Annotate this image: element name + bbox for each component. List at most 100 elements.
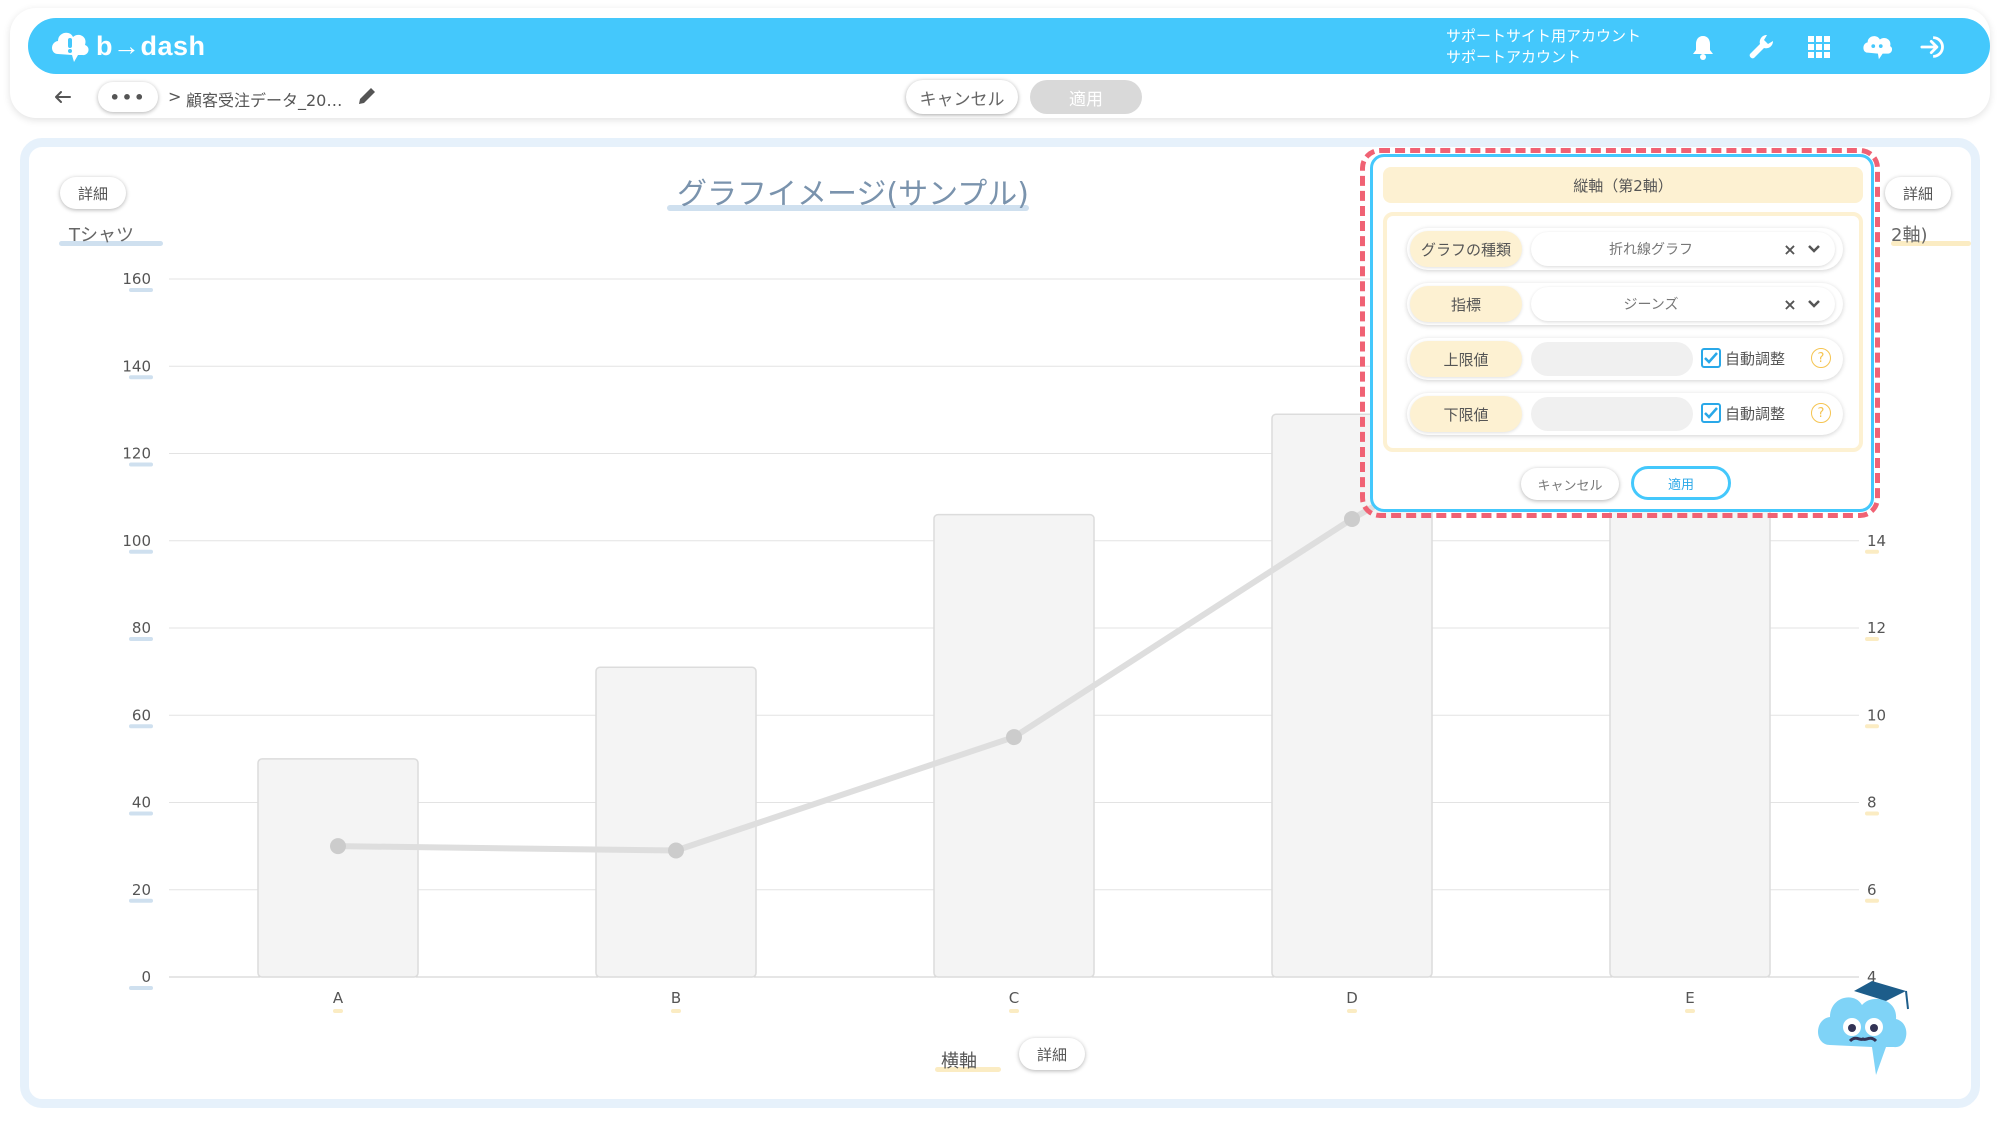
breadcrumb-more-button[interactable]: •••	[98, 82, 158, 112]
y-tick-underline	[129, 462, 153, 467]
chart-type-select[interactable]: 折れ線グラフ ×	[1531, 232, 1835, 266]
line-marker	[1006, 729, 1022, 746]
line-marker	[668, 842, 684, 859]
chevron-down-icon[interactable]	[1803, 238, 1825, 260]
y-tick-label: 80	[132, 619, 151, 637]
clear-icon[interactable]: ×	[1779, 293, 1801, 315]
app-header: b→dash サポートサイト用アカウント サポートアカウント ••• > 顧客受…	[10, 8, 1990, 118]
lower-auto-label: 自動調整	[1725, 405, 1786, 423]
sub-toolbar: ••• > 顧客受注データ_20… キャンセル 適用	[28, 78, 1990, 120]
lower-limit-label: 下限値	[1410, 396, 1522, 432]
line-marker	[1344, 510, 1360, 527]
y2-axis-detail-button[interactable]: 詳細	[1885, 177, 1951, 209]
y-tick-underline	[129, 986, 153, 990]
y-axis-label[interactable]: Tシャツ	[69, 221, 134, 247]
x-axis-detail-button[interactable]: 詳細	[1019, 1038, 1085, 1070]
chart-type-label: グラフの種類	[1410, 231, 1522, 267]
logo-text: b→dash	[96, 30, 206, 61]
lower-limit-input[interactable]	[1531, 397, 1693, 431]
back-arrow-icon[interactable]	[50, 84, 76, 110]
y-tick-underline	[129, 811, 153, 816]
bar	[1609, 452, 1771, 978]
upper-auto-label: 自動調整	[1725, 350, 1786, 368]
y-tick-underline	[129, 288, 153, 292]
metric-label: 指標	[1410, 286, 1522, 322]
breadcrumb-title: 顧客受注データ_20…	[186, 91, 343, 110]
lower-limit-row: 下限値 自動調整 ?	[1407, 393, 1843, 435]
upper-limit-row: 上限値 自動調整 ?	[1407, 338, 1843, 380]
y2-tick-label: 14	[1867, 532, 1886, 550]
y2-tick-underline	[1865, 724, 1879, 729]
metric-value: ジーンズ	[1623, 297, 1679, 313]
bdash-logo[interactable]: b→dash	[48, 26, 206, 66]
account-line-1: サポートサイト用アカウント	[1446, 27, 1642, 45]
chart-type-row: グラフの種類 折れ線グラフ ×	[1407, 228, 1843, 270]
y2-tick-label: 10	[1867, 706, 1886, 724]
x-tick-underline	[1347, 1009, 1357, 1013]
popup-apply-button[interactable]: 適用	[1631, 466, 1731, 500]
chevron-down-icon[interactable]	[1803, 293, 1825, 315]
y-tick-underline	[129, 724, 153, 729]
secondary-axis-popup: 縦軸（第2軸） グラフの種類 折れ線グラフ × 指標 ジーンズ × 上限値 自動…	[1370, 154, 1874, 512]
popup-cancel-button[interactable]: キャンセル	[1521, 468, 1619, 500]
bell-icon[interactable]	[1688, 32, 1718, 62]
y2-tick-underline	[1865, 549, 1879, 554]
y-tick-underline	[129, 898, 153, 903]
bar	[257, 758, 419, 978]
logout-icon[interactable]	[1920, 32, 1950, 62]
chart-title[interactable]: グラフイメージ(サンプル)	[677, 169, 1029, 213]
y-axis-detail-button[interactable]: 詳細	[60, 177, 126, 209]
y-tick-label: 0	[141, 968, 151, 986]
y2-tick-label: 12	[1867, 619, 1886, 637]
x-tick-label: C	[1009, 989, 1019, 1007]
clear-icon[interactable]: ×	[1779, 238, 1801, 260]
line-marker	[330, 838, 346, 855]
y-tick-underline	[129, 375, 153, 380]
y-tick-label: 100	[122, 532, 151, 550]
y2-tick-underline	[1865, 811, 1879, 816]
y-tick-label: 60	[132, 706, 151, 724]
x-axis-label[interactable]: 横軸	[941, 1047, 977, 1073]
wrench-icon[interactable]	[1746, 32, 1776, 62]
metric-select[interactable]: ジーンズ ×	[1531, 287, 1835, 321]
y-tick-underline	[129, 549, 153, 554]
metric-row: 指標 ジーンズ ×	[1407, 283, 1843, 325]
account-info[interactable]: サポートサイト用アカウント サポートアカウント	[1446, 26, 1641, 68]
x-tick-underline	[671, 1009, 681, 1013]
y2-tick-label: 8	[1867, 794, 1877, 812]
header-apply-button[interactable]: 適用	[1030, 80, 1142, 114]
lower-auto-checkbox[interactable]	[1701, 403, 1721, 423]
y-tick-label: 160	[122, 270, 151, 288]
y-tick-label: 120	[122, 445, 151, 463]
chart-type-value: 折れ線グラフ	[1609, 242, 1693, 258]
y2-axis-label[interactable]: 2軸)	[1891, 221, 1927, 247]
y2-tick-label: 6	[1867, 881, 1877, 899]
y-tick-label: 20	[132, 881, 151, 899]
account-line-2: サポートアカウント	[1446, 48, 1582, 66]
help-icon[interactable]: ?	[1811, 403, 1831, 423]
x-tick-underline	[1009, 1009, 1019, 1013]
y-tick-label: 40	[132, 794, 151, 812]
mascot-assistant-icon[interactable]	[1810, 975, 1920, 1085]
popup-body: グラフの種類 折れ線グラフ × 指標 ジーンズ × 上限値 自動調整 ? 下限値…	[1383, 212, 1863, 452]
line-series	[335, 475, 1425, 854]
popup-title: 縦軸（第2軸）	[1383, 167, 1863, 203]
upper-auto-checkbox[interactable]	[1701, 348, 1721, 368]
bar	[595, 666, 757, 978]
header-cancel-button[interactable]: キャンセル	[906, 80, 1018, 114]
upper-limit-input[interactable]	[1531, 342, 1693, 376]
x-tick-label: A	[333, 989, 344, 1007]
chat-icon[interactable]	[1862, 32, 1892, 62]
pencil-icon[interactable]	[356, 85, 378, 107]
x-tick-label: E	[1685, 989, 1694, 1007]
grid-icon[interactable]	[1804, 32, 1834, 62]
x-tick-label: B	[671, 989, 681, 1007]
upper-limit-label: 上限値	[1410, 341, 1522, 377]
help-icon[interactable]: ?	[1811, 348, 1831, 368]
x-tick-underline	[1685, 1009, 1695, 1013]
logo-cloud-icon	[52, 32, 89, 62]
x-tick-underline	[333, 1009, 343, 1013]
top-bar: b→dash サポートサイト用アカウント サポートアカウント	[28, 18, 1990, 74]
y2-tick-underline	[1865, 898, 1879, 903]
x-tick-label: D	[1346, 989, 1358, 1007]
